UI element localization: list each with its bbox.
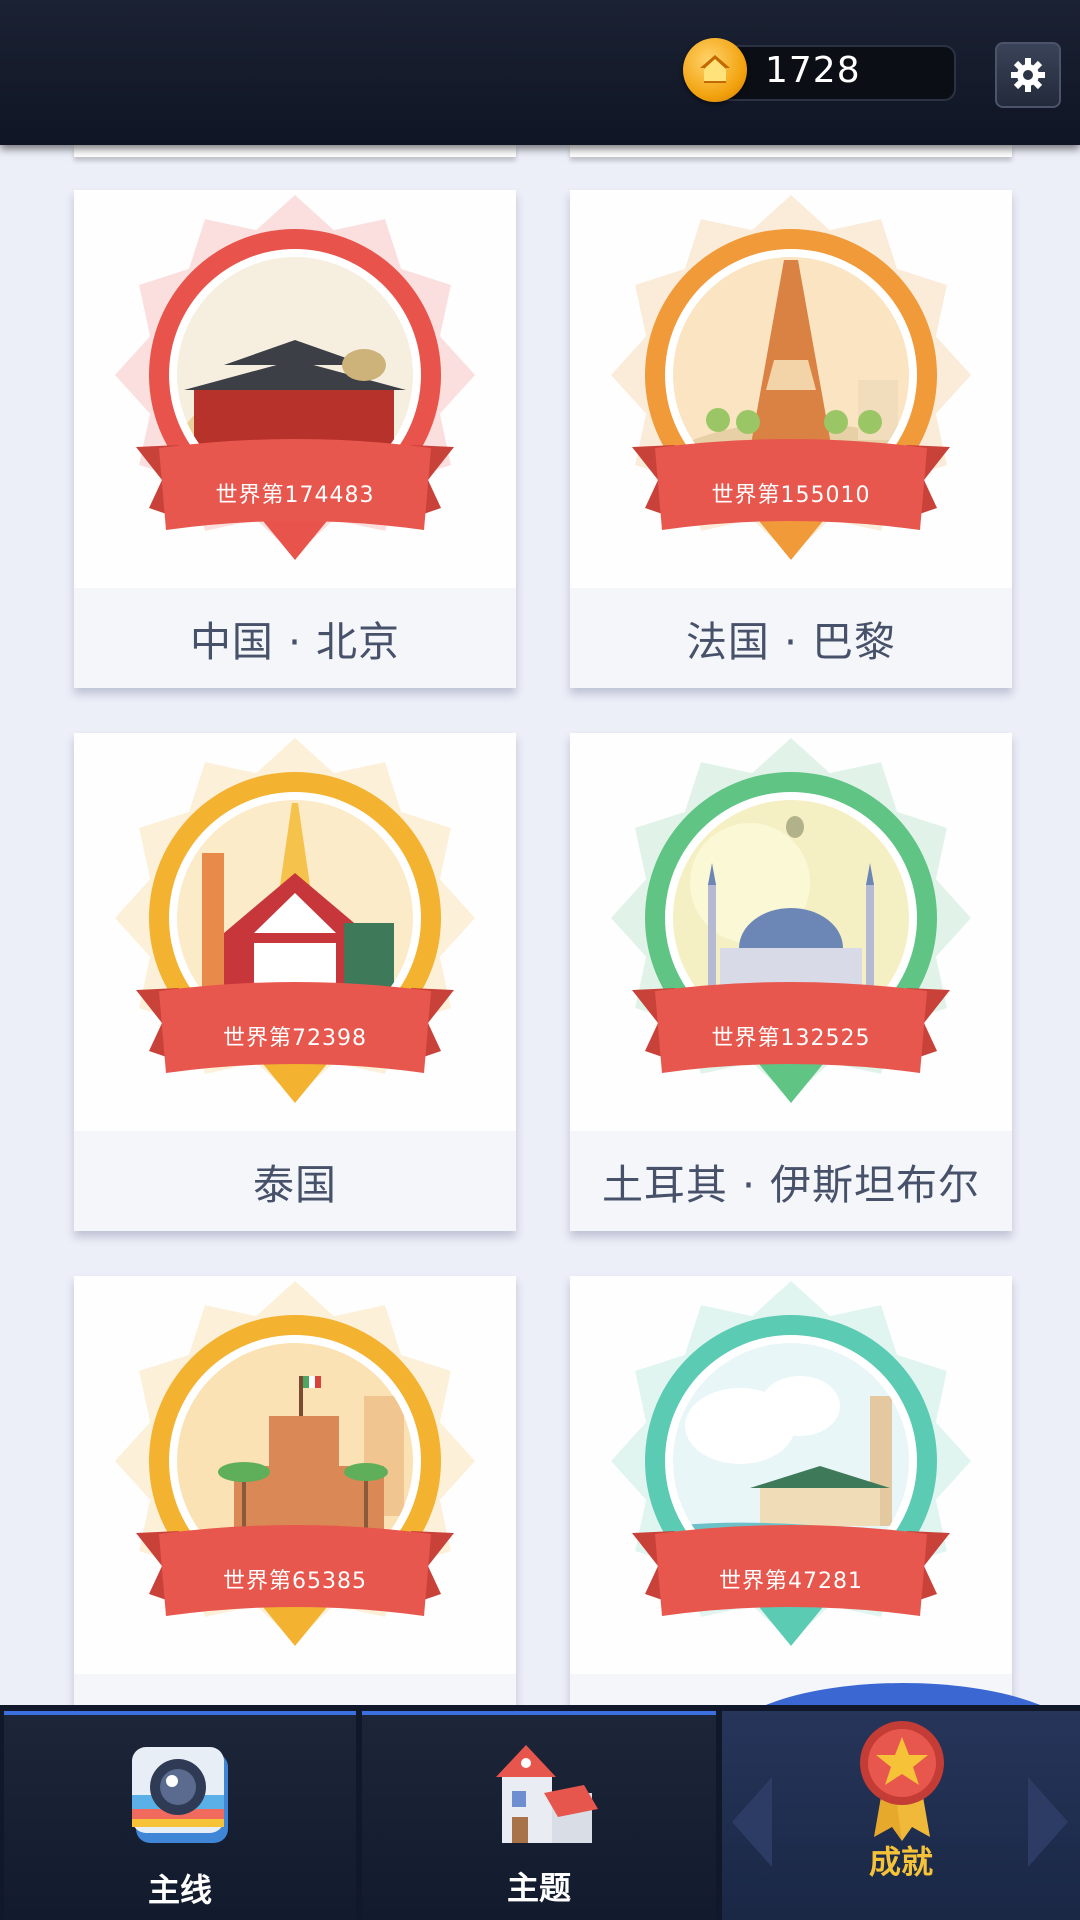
achievement-card[interactable]: 世界第132525 土耳其 · 伊斯坦布尔 (570, 733, 1012, 1231)
previous-card-edge (74, 145, 516, 157)
camera-icon (132, 1747, 228, 1843)
achievement-card[interactable]: 世界第174483 中国 · 北京 (74, 190, 516, 688)
achievement-badge: 世界第65385 (74, 1276, 516, 1674)
tab-label: 成就 (868, 1843, 933, 1881)
location-caption: 中国 · 北京 (74, 588, 516, 688)
badge-illustration (115, 1281, 475, 1646)
coin-value: 1728 (765, 50, 861, 91)
tab-achievement[interactable]: 成就 (722, 1711, 1080, 1920)
achievement-badge: 世界第132525 (570, 733, 1012, 1131)
badge-illustration (611, 1281, 971, 1646)
world-rank-label: 世界第155010 (711, 483, 871, 508)
world-rank-label: 世界第174483 (215, 483, 375, 508)
previous-card-edge (570, 145, 1012, 157)
badge-illustration (115, 738, 475, 1103)
settings-button[interactable] (995, 42, 1061, 108)
achievement-card[interactable]: 世界第72398 泰国 (74, 733, 516, 1231)
star-medal-icon (860, 1721, 944, 1841)
tab-main-line[interactable]: 主线 (4, 1711, 356, 1920)
location-caption: 土耳其 · 伊斯坦布尔 (570, 1131, 1012, 1231)
achievement-card[interactable]: 世界第155010 法国 · 巴黎 (570, 190, 1012, 688)
achievement-badge: 世界第155010 (570, 190, 1012, 588)
world-rank-label: 世界第47281 (719, 1569, 863, 1594)
world-rank-label: 世界第65385 (223, 1569, 367, 1594)
home-coin-icon (683, 38, 747, 102)
location-caption: 泰国 (74, 1131, 516, 1231)
badge-illustration (115, 195, 475, 560)
location-caption: 法国 · 巴黎 (570, 588, 1012, 688)
house-icon (496, 1745, 598, 1843)
achievement-badge: 世界第72398 (74, 733, 516, 1131)
achievement-badge: 世界第47281 (570, 1276, 1012, 1674)
world-rank-label: 世界第132525 (711, 1026, 871, 1051)
achievement-badge: 世界第174483 (74, 190, 516, 588)
achievement-card[interactable]: 世界第65385 (74, 1276, 516, 1774)
tab-label: 主题 (506, 1869, 571, 1907)
bottom-nav: 主线 主题 成就 (0, 1705, 1080, 1920)
badge-illustration (611, 738, 971, 1103)
gear-icon (1011, 58, 1045, 92)
tab-theme[interactable]: 主题 (362, 1711, 716, 1920)
badge-illustration (611, 195, 971, 560)
world-rank-label: 世界第72398 (223, 1026, 367, 1051)
top-bar: 1728 (0, 0, 1080, 145)
tab-label: 主线 (147, 1871, 212, 1909)
